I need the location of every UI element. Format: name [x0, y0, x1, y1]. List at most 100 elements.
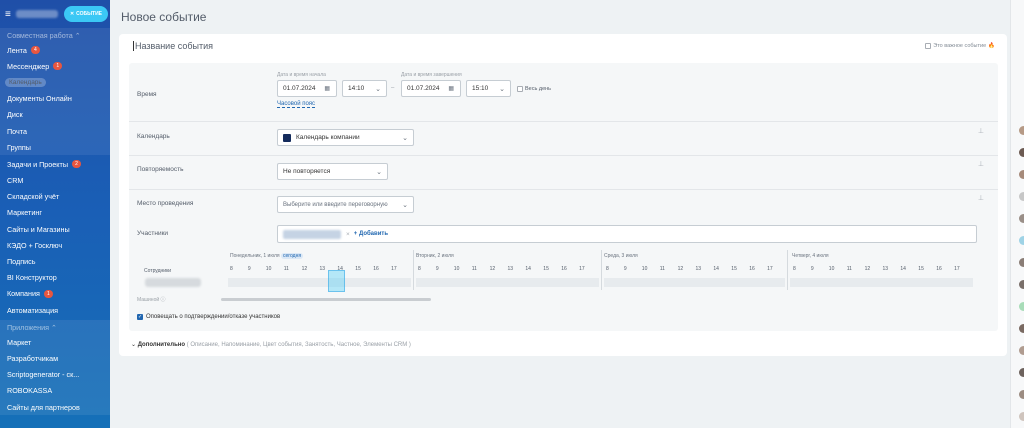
- sidebar-item-sites[interactable]: Сайты и Магазины: [0, 221, 110, 237]
- close-icon: ✕: [69, 11, 75, 17]
- avatar[interactable]: [1019, 390, 1024, 399]
- planner-timeline[interactable]: [416, 278, 599, 287]
- pin-icon[interactable]: ⊥: [978, 194, 984, 202]
- notify-checkbox[interactable]: ✓: [137, 314, 143, 320]
- planner-hour-label: 9: [623, 266, 627, 272]
- sidebar-item-automation[interactable]: Автоматизация: [0, 302, 110, 318]
- timezone-link[interactable]: Часовой пояс: [277, 101, 316, 108]
- avatar[interactable]: [1019, 302, 1024, 311]
- start-time-select[interactable]: 14:10 ⌄: [342, 80, 387, 97]
- chevron-down-icon: ⌄: [376, 169, 382, 176]
- planner-timeline[interactable]: [228, 278, 411, 287]
- sidebar-item-messenger[interactable]: Мессенджер 1: [0, 58, 110, 74]
- remove-icon[interactable]: ×: [346, 231, 350, 238]
- calendar-label: Календарь: [137, 133, 170, 140]
- time-label: Время: [137, 91, 157, 98]
- sidebar-item-sign[interactable]: Подпись: [0, 253, 110, 269]
- sidebar-item-developers[interactable]: Разработчикам: [0, 350, 110, 366]
- planner-hour-label: 9: [435, 266, 439, 272]
- important-checkbox[interactable]: [925, 43, 932, 49]
- all-day-checkbox[interactable]: [517, 86, 523, 92]
- avatar[interactable]: [1019, 214, 1024, 223]
- repeat-select[interactable]: Не повторяется ⌄: [277, 163, 388, 180]
- portal-name[interactable]: [16, 10, 58, 18]
- sidebar-item-feed[interactable]: Лента 4: [0, 42, 110, 58]
- avatar[interactable]: [1019, 258, 1024, 267]
- pin-icon[interactable]: ⊥: [978, 160, 984, 168]
- end-time-select[interactable]: 15:10 ⌄: [466, 80, 511, 97]
- planner-hour-label: 17: [391, 266, 397, 272]
- planner-hour-label: 12: [301, 266, 308, 272]
- form-fields: Время Дата и время начала Дата и время з…: [129, 63, 998, 331]
- calendar-select[interactable]: Календарь компании ⌄: [277, 129, 414, 146]
- repeat-label: Повторяемость: [137, 166, 184, 173]
- important-toggle[interactable]: Это важное событие 🔥: [925, 43, 995, 49]
- notify-toggle[interactable]: ✓ Оповещать о подтверждении/отказе участ…: [137, 314, 280, 320]
- sidebar-item-robokassa[interactable]: ROBOKASSA: [0, 383, 110, 399]
- planner-hour-label: 8: [230, 266, 233, 272]
- sidebar-item-disk[interactable]: Диск: [0, 107, 110, 123]
- avatar[interactable]: [1019, 368, 1024, 377]
- planner-day-header: Вторник, 2 июля: [416, 253, 454, 259]
- planner-hour-label: 10: [265, 266, 272, 272]
- planner-hour-label: 9: [810, 266, 814, 272]
- sidebar-item-kedo[interactable]: КЭДО + Госключ: [0, 237, 110, 253]
- sidebar-item-warehouse[interactable]: Складской учёт: [0, 189, 110, 205]
- day-divider: [787, 250, 788, 290]
- planner-timeline[interactable]: [790, 278, 973, 287]
- participant-tag[interactable]: [283, 229, 341, 239]
- sidebar-item-tasks[interactable]: Задачи и Проекты 2: [0, 156, 110, 172]
- sidebar-item-mail[interactable]: Почта: [0, 123, 110, 139]
- location-select[interactable]: Выберите или введите переговорную ⌄: [277, 196, 414, 213]
- sidebar-item-market[interactable]: Маркет: [0, 334, 110, 350]
- sidebar-header: ≡ ✕ СОБЫТИЕ: [0, 0, 110, 28]
- pin-icon[interactable]: ⊥: [978, 127, 984, 135]
- chevron-down-icon: ⌄: [402, 202, 408, 209]
- avatar[interactable]: [1019, 170, 1024, 179]
- planner-hour-label: 13: [507, 266, 514, 272]
- sidebar-item-bi[interactable]: BI Конструктор: [0, 270, 110, 286]
- avatar[interactable]: [1019, 412, 1024, 421]
- planner-hour-label: 15: [355, 266, 361, 272]
- end-date-input[interactable]: 01.07.2024 ▦: [401, 80, 461, 97]
- planner-day-header: Четверг, 4 июля: [792, 253, 829, 259]
- sidebar-item-marketing[interactable]: Маркетинг: [0, 205, 110, 221]
- employees-label: Сотрудники: [144, 268, 172, 274]
- counter-badge: 1: [53, 62, 63, 71]
- sidebar-item-groups[interactable]: Группы: [0, 139, 110, 155]
- planner-timeline[interactable]: [604, 278, 785, 287]
- event-name-input[interactable]: Название события: [133, 41, 213, 51]
- sidebar-item-company[interactable]: Компания 1: [0, 286, 110, 302]
- avatar[interactable]: [1019, 192, 1024, 201]
- avatar[interactable]: [1019, 148, 1024, 157]
- start-date-input[interactable]: 01.07.2024 ▦: [277, 80, 337, 97]
- avatar[interactable]: [1019, 280, 1024, 289]
- planner-scrollbar[interactable]: [221, 298, 431, 301]
- planner-hour-label: 15: [918, 266, 924, 272]
- sidebar-item-partner-sites[interactable]: Сайты для партнеров: [0, 399, 110, 415]
- sidebar-group-title[interactable]: Приложения ⌃: [0, 320, 110, 334]
- sidebar-item-calendar[interactable]: Календарь: [0, 74, 110, 90]
- planner-hour-label: 16: [936, 266, 942, 272]
- selected-timeslot[interactable]: [328, 270, 345, 292]
- sidebar-item-docs[interactable]: Документы Онлайн: [0, 91, 110, 107]
- more-section[interactable]: ⌄ Дополнительно ( Описание, Напоминание,…: [131, 341, 411, 348]
- planner-hour-label: 13: [882, 266, 889, 272]
- planner-hour-label: 14: [525, 266, 531, 272]
- new-event-button[interactable]: ✕ СОБЫТИЕ: [64, 6, 108, 22]
- chevron-down-icon: ⌄: [131, 342, 137, 348]
- right-panel: [1010, 0, 1024, 428]
- menu-icon[interactable]: ≡: [5, 9, 11, 20]
- add-participant-link[interactable]: + Добавить: [354, 231, 388, 237]
- planner-hour-label: 8: [606, 266, 609, 272]
- avatar[interactable]: [1019, 324, 1024, 333]
- sidebar-item-scriptogenerator[interactable]: Scriptogenerator - ск...: [0, 367, 110, 383]
- avatar[interactable]: [1019, 346, 1024, 355]
- avatar[interactable]: [1019, 236, 1024, 245]
- sidebar-group-title[interactable]: Совместная работа ⌃: [0, 28, 110, 42]
- sidebar-item-crm[interactable]: CRM: [0, 173, 110, 189]
- all-day-toggle[interactable]: Весь день: [517, 86, 551, 92]
- avatar[interactable]: [1019, 126, 1024, 135]
- event-form-card: Название события Это важное событие 🔥 Вр…: [119, 34, 1007, 356]
- participants-field[interactable]: × + Добавить: [277, 225, 977, 243]
